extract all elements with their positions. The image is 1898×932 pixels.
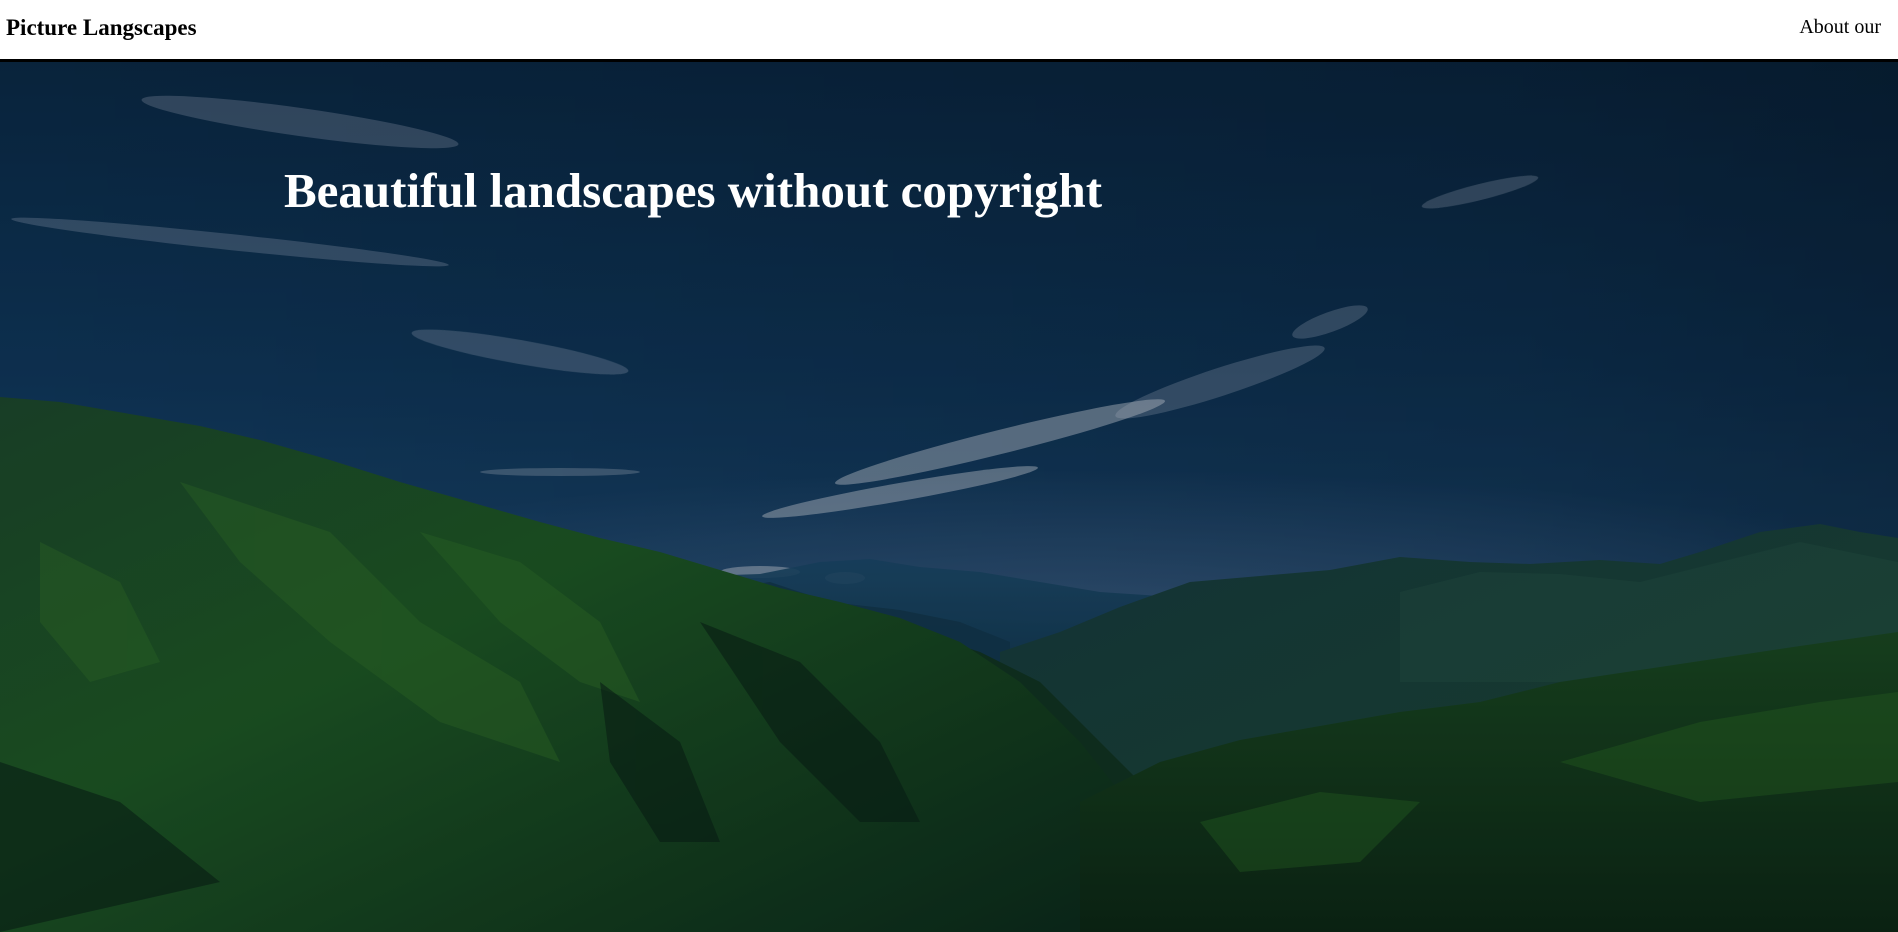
site-header: Picture Langscapes About our [0, 0, 1898, 62]
hero-section: Beautiful landscapes without copyright [0, 62, 1898, 932]
nav-link-about[interactable]: About our [1799, 16, 1881, 39]
hero-title: Beautiful landscapes without copyright [284, 163, 1103, 218]
site-brand[interactable]: Picture Langscapes [6, 15, 197, 41]
